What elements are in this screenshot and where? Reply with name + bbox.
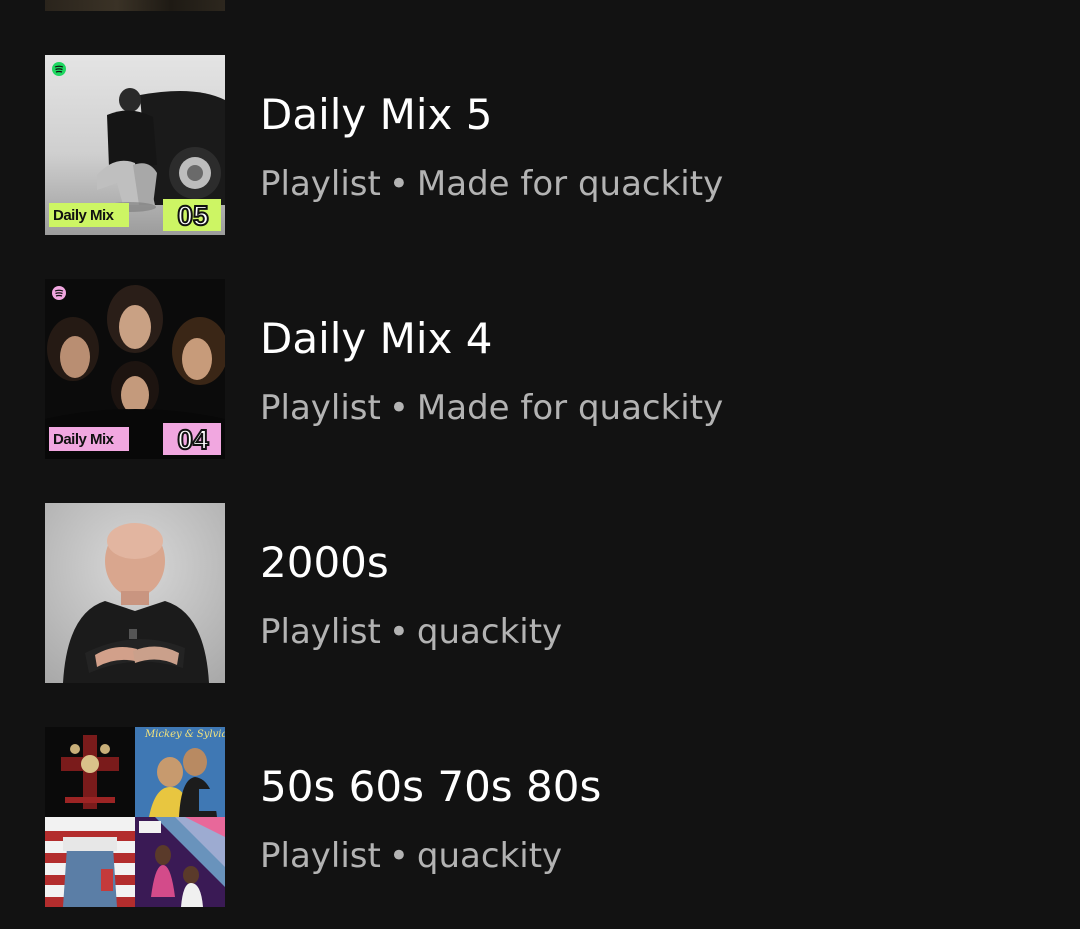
separator-dot: • xyxy=(388,836,409,876)
previous-item-cover[interactable] xyxy=(45,0,225,11)
playlist-subtitle: Playlist • quackity xyxy=(260,835,562,877)
playlist-subtitle: Playlist • Made for quackity xyxy=(260,387,723,429)
playlist-subtitle: Playlist • Made for quackity xyxy=(260,163,723,205)
list-item-meta: 50s 60s 70s 80s Playlist • quackity xyxy=(260,727,1060,907)
playlist-type: Playlist xyxy=(260,836,381,876)
separator-dot: • xyxy=(388,388,409,428)
playlist-owner: Made for quackity xyxy=(416,164,724,204)
mosaic-tile-1 xyxy=(45,727,135,817)
playlist-type: Playlist xyxy=(260,612,381,652)
daily-mix-badge-number: 05 xyxy=(176,200,209,232)
mosaic-tile-3 xyxy=(45,817,135,907)
playlist-type: Playlist xyxy=(260,164,381,204)
separator-dot: • xyxy=(388,164,409,204)
playlist-cover: Daily Mix 05 xyxy=(45,55,225,235)
playlist-cover: Daily Mix 04 xyxy=(45,279,225,459)
separator-dot: • xyxy=(388,612,409,652)
cover-art-image xyxy=(45,503,225,683)
mosaic-tile-2 xyxy=(135,727,225,817)
list-item-meta: Daily Mix 4 Playlist • Made for quackity xyxy=(260,279,1060,459)
playlist-cover-mosaic: Mickey & Sylvia xyxy=(45,727,225,907)
daily-mix-badge-number: 04 xyxy=(176,424,209,456)
playlist-owner: Made for quackity xyxy=(416,388,724,428)
list-item-daily-mix-5[interactable]: Daily Mix 05 Daily Mix 5 Playlist • Made f… xyxy=(0,55,1080,235)
playlist-owner: quackity xyxy=(416,612,563,652)
playlist-type: Playlist xyxy=(260,388,381,428)
playlist-owner: quackity xyxy=(416,836,563,876)
mosaic-tile-text: Mickey & Sylvia xyxy=(145,729,225,740)
mosaic-tile-4 xyxy=(135,817,225,907)
playlist-title: 50s 60s 70s 80s xyxy=(260,762,602,811)
playlist-cover xyxy=(45,503,225,683)
daily-mix-badge-label: Daily Mix xyxy=(53,207,114,224)
daily-mix-badge-label: Daily Mix xyxy=(53,431,114,448)
list-item-daily-mix-4[interactable]: Daily Mix 04 Daily Mix 4 Playlist • Made f… xyxy=(0,279,1080,459)
list-item-2000s[interactable]: 2000s Playlist • quackity xyxy=(0,503,1080,683)
playlist-title: 2000s xyxy=(260,538,389,587)
list-item-meta: 2000s Playlist • quackity xyxy=(260,503,1060,683)
playlist-subtitle: Playlist • quackity xyxy=(260,611,562,653)
list-item-50s-60s-70s-80s[interactable]: Mickey & Sylvia 50s 60s 70s 80s Playlist… xyxy=(0,727,1080,907)
playlist-title: Daily Mix 5 xyxy=(260,90,493,139)
list-item-meta: Daily Mix 5 Playlist • Made for quackity xyxy=(260,55,1060,235)
playlist-title: Daily Mix 4 xyxy=(260,314,493,363)
